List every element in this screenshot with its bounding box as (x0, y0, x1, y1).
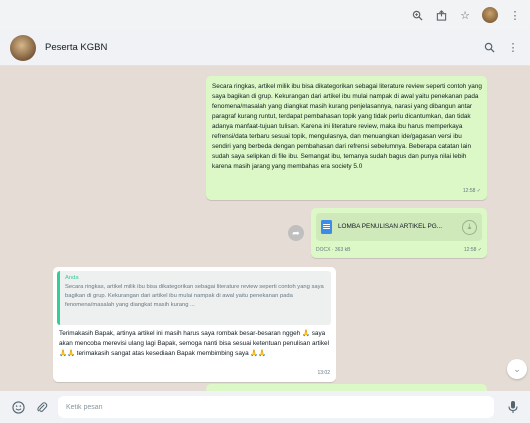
chat-header[interactable]: Peserta KGBN ⋮ (0, 30, 530, 66)
message-reply[interactable]: Anda Secara ringkas, artikel milik ibu b… (53, 267, 336, 382)
composer (0, 391, 530, 423)
zoom-icon[interactable] (410, 8, 424, 22)
mic-icon[interactable] (506, 399, 520, 415)
download-icon[interactable]: ⤓ (462, 219, 477, 235)
message-time: 12:58 ✓ (462, 188, 481, 194)
document-meta: DOCX · 363 kB (316, 247, 351, 253)
search-icon[interactable] (482, 41, 496, 55)
emoji-icon[interactable] (10, 399, 26, 415)
forward-icon[interactable]: ➦ (288, 225, 304, 241)
browser-toolbar: ☆ ⋮ (0, 0, 530, 30)
document-icon (321, 220, 332, 234)
avatar[interactable] (10, 34, 36, 61)
message-partial[interactable] (206, 384, 487, 391)
quote-author: Anda (65, 275, 79, 281)
star-icon[interactable]: ☆ (458, 8, 472, 22)
message-document[interactable]: LOMBA PENULISAN ARTIKEL PG... ⤓ DOCX · 3… (311, 208, 487, 258)
quote-text: Secara ringkas, artikel milik ibu bisa d… (65, 284, 324, 308)
message-input[interactable] (58, 396, 494, 418)
kebab-icon[interactable]: ⋮ (508, 8, 522, 22)
attach-icon[interactable] (34, 399, 50, 415)
message-time: 12:58 ✓ (463, 247, 482, 253)
message-text: Terimakasih Bapak, artinya artikel ini m… (59, 330, 329, 357)
share-icon[interactable] (434, 8, 448, 22)
profile-icon[interactable] (482, 7, 498, 23)
document-attachment[interactable]: LOMBA PENULISAN ARTIKEL PG... ⤓ (316, 213, 482, 241)
message-time: 13:02 (317, 370, 330, 376)
menu-icon[interactable]: ⋮ (506, 41, 520, 55)
document-filename: LOMBA PENULISAN ARTIKEL PG... (338, 223, 443, 230)
message-summary[interactable]: Secara ringkas, artikel milik ibu bisa d… (206, 76, 487, 200)
quoted-message[interactable]: Anda Secara ringkas, artikel milik ibu b… (57, 271, 331, 325)
chat-title[interactable]: Peserta KGBN (45, 42, 472, 53)
message-text: Secara ringkas, artikel milik ibu bisa d… (212, 83, 482, 170)
scroll-down-button[interactable]: ⌄ (507, 359, 527, 379)
chat-area: Secara ringkas, artikel milik ibu bisa d… (0, 66, 530, 391)
